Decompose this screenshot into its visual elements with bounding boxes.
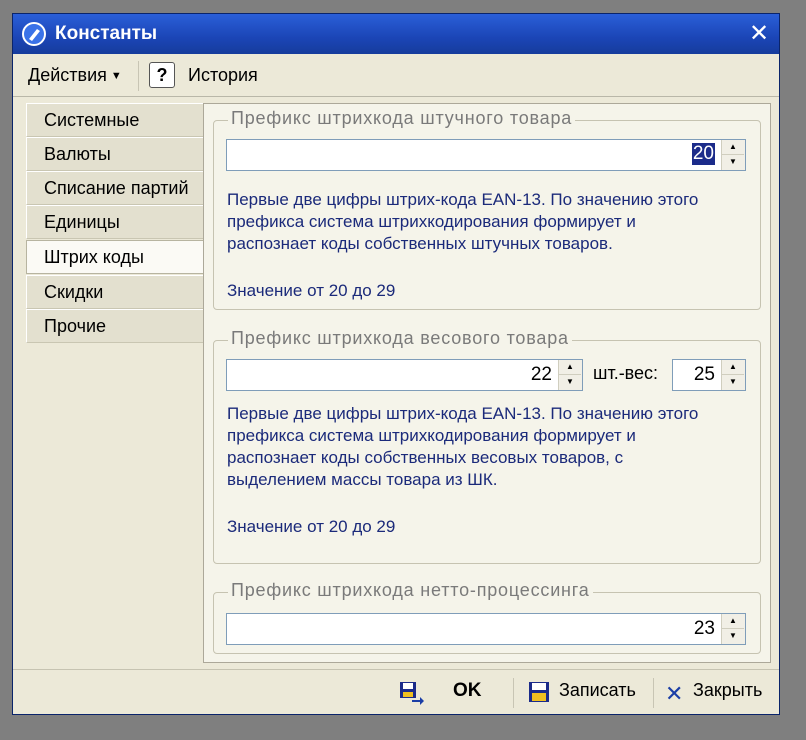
close-x-icon: ✕ [665, 681, 684, 706]
button-separator [653, 678, 654, 708]
close-icon: ✕ [748, 20, 770, 47]
save-icon [529, 682, 549, 702]
description-line: распознает коды собственных весовых това… [227, 448, 624, 467]
help-button[interactable]: ? [149, 62, 175, 88]
nav-item-barcodes[interactable]: Штрих коды [26, 240, 206, 274]
description-line: префикса система штрихкодирования формир… [227, 426, 636, 445]
piece-prefix-spinner[interactable]: ▲ ▼ [721, 140, 745, 170]
pcs-weight-spinner[interactable]: ▲ ▼ [721, 360, 745, 390]
history-button[interactable]: История [188, 65, 258, 86]
button-separator [513, 678, 514, 708]
piece-prefix-value: 20 [691, 143, 715, 165]
weight-prefix-description: Первые две цифры штрих-кода EAN-13. По з… [227, 403, 698, 491]
weight-prefix-title: Префикс штрихкода весового товара [228, 328, 572, 349]
piece-prefix-range: Значение от 20 до 29 [227, 281, 396, 300]
pcs-weight-label: шт.-вес: [593, 363, 659, 383]
pcs-weight-value: 25 [693, 364, 715, 385]
nav-item-other[interactable]: Прочие [26, 309, 204, 343]
spin-up-icon[interactable]: ▲ [559, 360, 581, 375]
piece-prefix-title: Префикс штрихкода штучного товара [228, 108, 576, 129]
settings-nav: Системные Валюты Списание партий Единицы… [26, 103, 206, 349]
weight-prefix-value: 22 [530, 364, 552, 385]
close-window-button[interactable]: ✕ [747, 22, 771, 46]
nav-item-batch-writeoff[interactable]: Списание партий [26, 171, 204, 205]
description-line: распознает коды собственных штучных това… [227, 234, 613, 253]
app-pencil-icon [22, 22, 46, 46]
nav-item-discounts[interactable]: Скидки [26, 275, 204, 309]
barcode-settings-panel: Префикс штрихкода штучного товара 20 ▲ ▼… [203, 103, 771, 663]
spin-down-icon[interactable]: ▼ [559, 375, 581, 389]
actions-menu-button[interactable]: Действия ▼ [28, 65, 122, 86]
nav-item-units[interactable]: Единицы [26, 205, 204, 239]
button-bar: OK Записать ✕ Закрыть [13, 669, 779, 714]
actions-label: Действия [28, 65, 107, 85]
netto-prefix-spinner[interactable]: ▲ ▼ [721, 614, 745, 644]
pcs-weight-input[interactable]: 25 ▲ ▼ [672, 359, 746, 391]
spin-up-icon[interactable]: ▲ [722, 140, 744, 155]
ok-button[interactable]: OK [453, 680, 482, 702]
nav-item-system[interactable]: Системные [26, 103, 204, 137]
close-button[interactable]: Закрыть [693, 680, 762, 701]
window-title: Константы [55, 23, 158, 44]
netto-prefix-input[interactable]: 23 ▲ ▼ [226, 613, 746, 645]
nav-item-currencies[interactable]: Валюты [26, 137, 204, 171]
constants-window: Константы ✕ Действия ▼ ? История Системны… [12, 13, 780, 715]
save-button[interactable]: Записать [559, 680, 636, 701]
description-line: Первые две цифры штрих-кода EAN-13. По з… [227, 404, 699, 423]
toolbar: Действия ▼ ? История [13, 55, 779, 97]
netto-prefix-group: Префикс штрихкода нетто-процессинга 23 ▲… [213, 580, 761, 654]
description-line: Первые две цифры штрих-кода EAN-13. По з… [227, 190, 699, 209]
piece-prefix-input[interactable]: 20 ▲ ▼ [226, 139, 746, 171]
netto-prefix-value: 23 [693, 618, 715, 639]
description-line: выделением массы товара из ШК. [227, 470, 498, 489]
spin-down-icon[interactable]: ▼ [722, 155, 744, 169]
weight-prefix-input[interactable]: 22 ▲ ▼ [226, 359, 583, 391]
save-and-close-icon [400, 682, 424, 705]
netto-prefix-title: Префикс штрихкода нетто-процессинга [228, 580, 593, 601]
spin-up-icon[interactable]: ▲ [722, 360, 744, 375]
spin-down-icon[interactable]: ▼ [722, 629, 744, 643]
weight-prefix-group: Префикс штрихкода весового товара 22 ▲ ▼… [213, 328, 761, 564]
weight-prefix-range: Значение от 20 до 29 [227, 517, 396, 536]
weight-prefix-spinner[interactable]: ▲ ▼ [558, 360, 582, 390]
spin-down-icon[interactable]: ▼ [722, 375, 744, 389]
description-line: префикса система штрихкодирования формир… [227, 212, 636, 231]
piece-prefix-description: Первые две цифры штрих-кода EAN-13. По з… [227, 189, 698, 255]
spin-up-icon[interactable]: ▲ [722, 614, 744, 629]
title-bar[interactable]: Константы ✕ [13, 14, 779, 54]
caret-down-icon: ▼ [110, 70, 122, 82]
toolbar-separator [138, 61, 139, 91]
piece-prefix-group: Префикс штрихкода штучного товара 20 ▲ ▼… [213, 108, 761, 310]
